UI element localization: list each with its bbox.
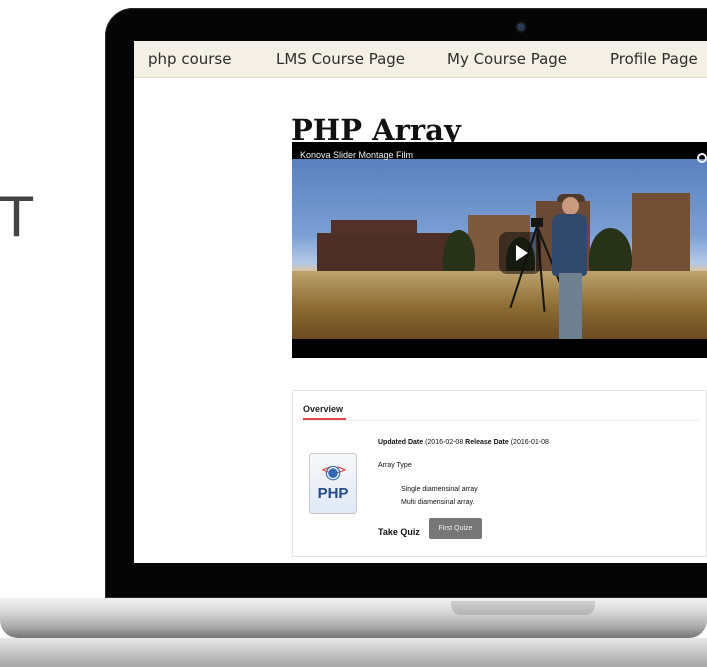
- release-date-value: (2016-01-08: [510, 439, 549, 446]
- release-date-label: Release Date: [465, 439, 509, 446]
- play-icon[interactable]: [499, 232, 541, 274]
- video-caption: Konova Slider Montage Film: [300, 150, 414, 160]
- person: [544, 194, 598, 339]
- array-type-label: Array Type: [378, 462, 412, 469]
- person-legs: [559, 273, 582, 339]
- video-player[interactable]: Konova Slider Montage Film: [292, 142, 707, 358]
- clock-icon: [697, 153, 707, 163]
- camera-icon: [517, 23, 525, 31]
- nav-php-course[interactable]: php course: [148, 50, 231, 68]
- php-logo-text: PHP: [317, 485, 349, 502]
- screen: php course LMS Course Page My Course Pag…: [134, 41, 707, 563]
- nav-lms-course-page[interactable]: LMS Course Page: [276, 50, 405, 68]
- field: [292, 271, 707, 339]
- person-body: [552, 214, 587, 276]
- updated-date-value: (2016-02-08: [425, 439, 464, 446]
- laptop-base-upper: [0, 598, 707, 638]
- first-quiz-button[interactable]: First Quize: [429, 518, 482, 539]
- php-icon: ◉: [324, 461, 342, 483]
- laptop-notch: [451, 601, 595, 615]
- array-type-item: Multi diamensinal array.: [401, 499, 475, 506]
- updated-date-label: Updated Date: [378, 439, 424, 446]
- laptop-mockup: T php course LMS Course Page My Course P…: [0, 0, 707, 667]
- tab-overview[interactable]: Overview: [303, 404, 343, 414]
- dates-line: Updated Date (2016-02-08 Release Date (2…: [378, 439, 549, 446]
- left-letter: T: [0, 186, 33, 249]
- person-head: [562, 197, 579, 215]
- take-quiz-label: Take Quiz: [378, 527, 420, 537]
- nav-my-course-page[interactable]: My Course Page: [447, 50, 567, 68]
- nav-profile-page[interactable]: Profile Page: [610, 50, 698, 68]
- php-logo: < > ◉ PHP: [309, 453, 357, 514]
- overview-panel: Overview < > ◉ PHP Updated Date (2016-02…: [292, 390, 707, 557]
- panel-divider: [303, 420, 698, 421]
- laptop-base-lower: [0, 638, 707, 667]
- array-type-item: Single diamensinal array: [401, 486, 478, 493]
- top-navigation: php course LMS Course Page My Course Pag…: [134, 41, 707, 78]
